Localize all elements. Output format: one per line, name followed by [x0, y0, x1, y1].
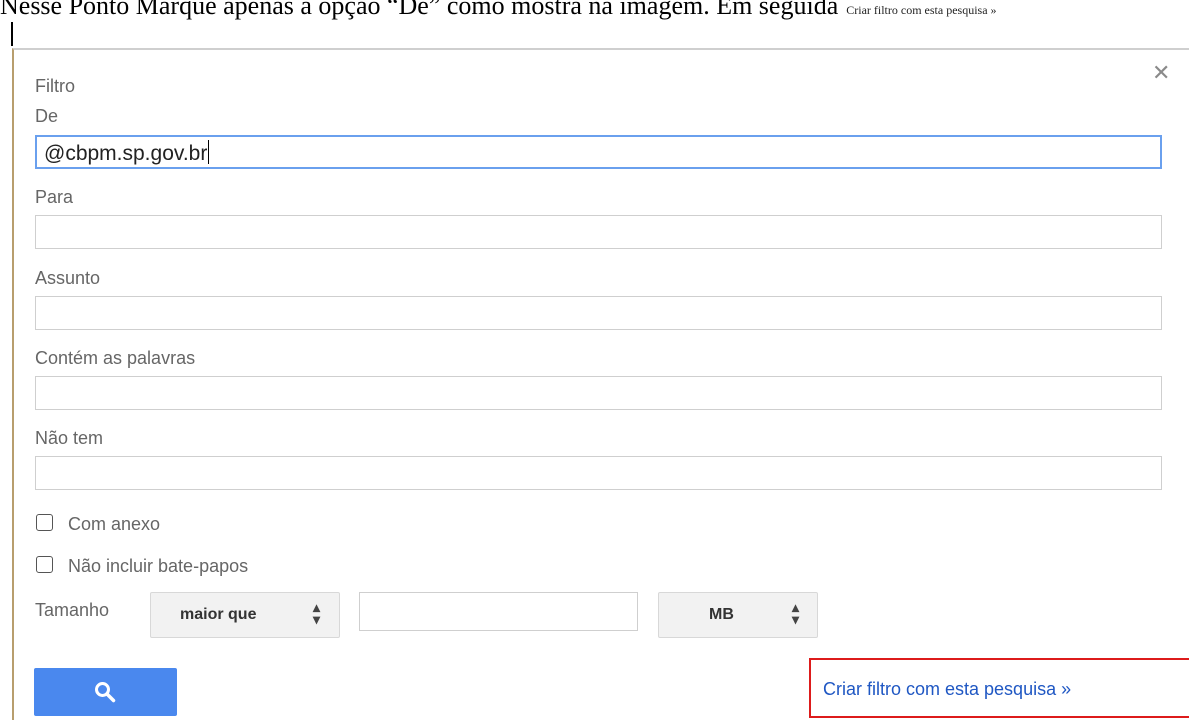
doesnt-have-field[interactable]	[35, 456, 1162, 490]
dialog-title: Filtro	[35, 76, 75, 96]
no-chats-label: Não incluir bate-papos	[68, 556, 249, 576]
instruction-small-text: Criar filtro com esta pesquisa »	[846, 3, 997, 17]
size-label: Tamanho	[35, 600, 110, 620]
size-value-input[interactable]	[359, 592, 638, 631]
size-operator-select[interactable]: maior que ▴ ▾	[150, 592, 340, 638]
no-chats-checkbox[interactable]	[36, 556, 53, 573]
instruction-text: Nesse Ponto Marque apenas a opção “De” c…	[0, 0, 839, 20]
has-attachment-label: Com anexo	[68, 514, 161, 534]
from-field-value: @cbpm.sp.gov.br	[44, 140, 210, 165]
create-filter-link[interactable]: Criar filtro com esta pesquisa »	[823, 679, 1071, 700]
size-unit-value: MB	[709, 606, 734, 623]
to-field[interactable]	[35, 215, 1162, 249]
has-attachment-checkbox[interactable]	[36, 514, 53, 531]
has-words-label: Contém as palavras	[35, 348, 196, 368]
create-filter-highlight: Criar filtro com esta pesquisa »	[809, 658, 1189, 718]
has-words-field[interactable]	[35, 376, 1162, 410]
from-field[interactable]: @cbpm.sp.gov.br	[35, 135, 1162, 169]
to-label: Para	[35, 187, 74, 207]
from-label: De	[35, 106, 59, 126]
subject-field[interactable]	[35, 296, 1162, 330]
close-icon[interactable]: ✕	[1152, 60, 1170, 86]
updown-arrows-icon: ▴ ▾	[313, 599, 321, 627]
search-button[interactable]	[34, 668, 177, 716]
text-cursor-line	[11, 22, 13, 46]
size-unit-select[interactable]: MB ▴ ▾	[658, 592, 818, 638]
instruction-caption: Nesse Ponto Marque apenas a opção “De” c…	[0, 0, 1189, 21]
doesnt-have-label: Não tem	[35, 428, 104, 448]
search-icon	[95, 682, 116, 703]
updown-arrows-icon: ▴ ▾	[792, 599, 800, 627]
subject-label: Assunto	[35, 268, 101, 288]
size-operator-value: maior que	[180, 606, 257, 623]
